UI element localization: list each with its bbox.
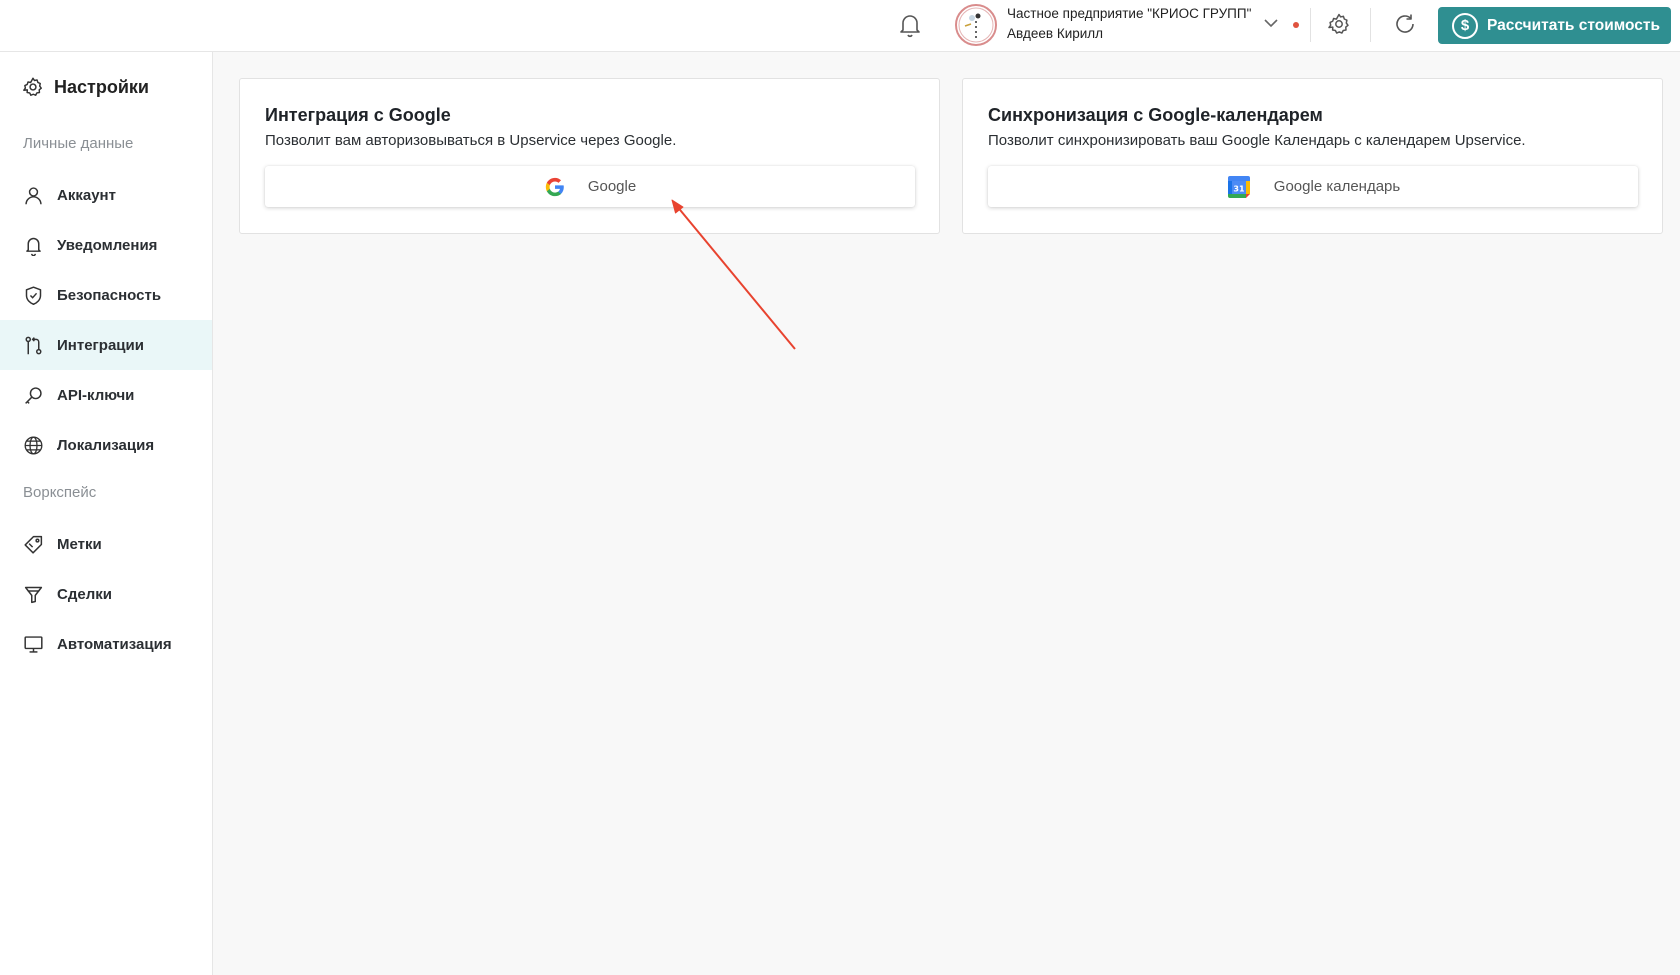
calculate-cost-button[interactable]: $ Рассчитать стоимость <box>1438 7 1671 44</box>
sidebar-item-security[interactable]: Безопасность <box>0 270 212 320</box>
google-calendar-icon: 31 <box>1227 175 1250 198</box>
sidebar-item-label: Уведомления <box>57 236 158 254</box>
chevron-down-icon[interactable] <box>1262 16 1280 30</box>
google-integration-card: Интеграция с Google Позволит вам авториз… <box>239 78 940 234</box>
funnel-icon <box>24 586 43 603</box>
divider <box>1310 8 1311 42</box>
google-calendar-connect-button[interactable]: 31 Google календарь <box>988 166 1638 207</box>
sidebar-item-integrations[interactable]: Интеграции <box>0 320 212 370</box>
monitor-icon <box>24 635 43 653</box>
key-icon <box>25 386 42 404</box>
bell-icon[interactable] <box>898 12 922 38</box>
sidebar-item-label: Автоматизация <box>57 635 172 653</box>
org-info[interactable]: Частное предприятие "КРИОС ГРУПП" Авдеев… <box>1007 4 1251 44</box>
org-name: Частное предприятие "КРИОС ГРУПП" <box>1007 6 1252 21</box>
sidebar-item-label: API-ключи <box>57 386 135 404</box>
git-merge-icon <box>25 336 42 354</box>
settings-title-label: Настройки <box>54 76 149 97</box>
avatar[interactable] <box>955 4 997 46</box>
section-workspace: Воркспейс <box>23 484 97 501</box>
refresh-icon[interactable] <box>1393 12 1417 36</box>
gear-icon[interactable] <box>1327 12 1351 36</box>
globe-icon <box>24 436 43 454</box>
user-icon <box>25 186 42 204</box>
google-calendar-card: Синхронизация с Google-календарем Позвол… <box>962 78 1663 234</box>
sidebar-item-localization[interactable]: Локализация <box>0 420 212 470</box>
shield-icon <box>25 285 42 305</box>
sidebar-item-label: Локализация <box>57 436 155 454</box>
google-button-label: Google <box>587 178 637 195</box>
user-name: Авдеев Кирилл <box>1007 26 1104 41</box>
sidebar: Настройки Личные данные Аккаунт Уведомле… <box>0 52 213 975</box>
calendar-icon-number: 31 <box>1233 184 1245 193</box>
gear-icon <box>23 77 42 96</box>
settings-title: Настройки <box>22 76 149 98</box>
tag-icon <box>24 535 43 554</box>
card-title: Интеграция с Google <box>265 105 451 125</box>
calculate-cost-label: Рассчитать стоимость <box>1487 16 1661 34</box>
top-bar: Частное предприятие "КРИОС ГРУПП" Авдеев… <box>0 0 1680 52</box>
sidebar-item-label: Метки <box>57 535 102 553</box>
status-dot <box>1293 22 1299 28</box>
sidebar-item-label: Интеграции <box>57 336 144 354</box>
sidebar-item-label: Сделки <box>57 585 112 603</box>
sidebar-item-account[interactable]: Аккаунт <box>0 170 212 220</box>
sidebar-item-automation[interactable]: Автоматизация <box>0 619 212 669</box>
google-calendar-button-label: Google календарь <box>1273 178 1401 195</box>
dollar-icon: $ <box>1452 12 1478 39</box>
section-personal-data: Личные данные <box>23 135 134 152</box>
google-icon <box>545 177 564 196</box>
card-title: Синхронизация с Google-календарем <box>988 105 1323 125</box>
google-connect-button[interactable]: Google <box>265 166 915 207</box>
sidebar-item-notifications[interactable]: Уведомления <box>0 220 212 270</box>
sidebar-item-label: Аккаунт <box>57 186 116 204</box>
sidebar-item-label: Безопасность <box>57 286 162 304</box>
sidebar-item-deals[interactable]: Сделки <box>0 569 212 619</box>
card-description: Позволит синхронизировать ваш Google Кал… <box>988 132 1526 149</box>
bell-icon <box>26 237 41 256</box>
card-description: Позволит вам авторизовываться в Upservic… <box>265 132 677 149</box>
divider <box>1370 8 1371 42</box>
sidebar-item-api-keys[interactable]: API-ключи <box>0 370 212 420</box>
sidebar-item-tags[interactable]: Метки <box>0 519 212 569</box>
